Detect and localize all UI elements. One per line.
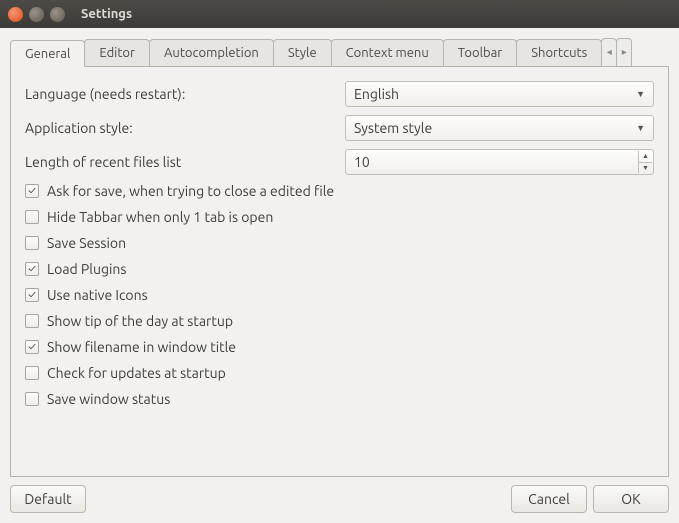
button-row: Default Cancel OK	[10, 485, 669, 513]
check-label: Show tip of the day at startup	[47, 313, 233, 329]
titlebar: Settings	[0, 0, 679, 28]
checkbox[interactable]: ✓	[25, 184, 39, 198]
check-row: ✓ Ask for save, when trying to close a ed…	[25, 183, 654, 199]
appstyle-value: System style	[354, 120, 432, 136]
tab-style[interactable]: Style	[273, 39, 332, 66]
check-row: ✓ Show filename in window title	[25, 339, 654, 355]
chevron-down-icon: ▼	[636, 89, 645, 99]
tab-context-menu[interactable]: Context menu	[331, 39, 444, 66]
close-icon[interactable]	[8, 7, 23, 22]
chevron-down-icon: ▼	[636, 123, 645, 133]
minimize-icon[interactable]	[29, 7, 44, 22]
cancel-button[interactable]: Cancel	[511, 485, 587, 513]
recent-label: Length of recent files list	[25, 154, 335, 170]
checkbox[interactable]	[25, 236, 39, 250]
appstyle-combo[interactable]: System style ▼	[345, 115, 654, 141]
tab-autocompletion[interactable]: Autocompletion	[149, 39, 274, 66]
tab-toolbar[interactable]: Toolbar	[443, 39, 517, 66]
check-row: Check for updates at startup	[25, 365, 654, 381]
language-value: English	[354, 86, 399, 102]
check-label: Hide Tabbar when only 1 tab is open	[47, 209, 273, 225]
check-row: Save Session	[25, 235, 654, 251]
recent-value: 10	[354, 154, 370, 170]
tab-editor[interactable]: Editor	[84, 39, 150, 66]
spin-up-icon[interactable]: ▲	[639, 151, 652, 163]
ok-button[interactable]: OK	[593, 485, 669, 513]
tab-shortcuts[interactable]: Shortcuts	[516, 39, 602, 66]
default-button[interactable]: Default	[10, 485, 86, 513]
check-label: Load Plugins	[47, 261, 126, 277]
check-row: Save window status	[25, 391, 654, 407]
tab-panel-general: Language (needs restart): English ▼ Appl…	[10, 67, 669, 477]
checkbox[interactable]: ✓	[25, 340, 39, 354]
checkbox[interactable]	[25, 392, 39, 406]
spin-down-icon[interactable]: ▼	[639, 163, 652, 174]
language-combo[interactable]: English ▼	[345, 81, 654, 107]
check-label: Use native Icons	[47, 287, 148, 303]
language-label: Language (needs restart):	[25, 86, 335, 102]
check-label: Save Session	[47, 235, 126, 251]
tab-bar: General Editor Autocompletion Style Cont…	[10, 38, 669, 67]
tab-scroll-right[interactable]: ▸	[616, 38, 632, 66]
checkbox[interactable]	[25, 210, 39, 224]
window-title: Settings	[81, 7, 132, 21]
tab-scroll-left[interactable]: ◂	[601, 38, 617, 66]
check-label: Show filename in window title	[47, 339, 236, 355]
check-row: ✓ Use native Icons	[25, 287, 654, 303]
maximize-icon[interactable]	[50, 7, 65, 22]
check-label: Save window status	[47, 391, 170, 407]
checkbox[interactable]	[25, 314, 39, 328]
checkbox[interactable]: ✓	[25, 262, 39, 276]
check-label: Check for updates at startup	[47, 365, 226, 381]
tab-general[interactable]: General	[10, 40, 85, 67]
recent-spinner[interactable]: 10 ▲ ▼	[345, 149, 654, 175]
appstyle-label: Application style:	[25, 120, 335, 136]
checkbox[interactable]	[25, 366, 39, 380]
check-row: Hide Tabbar when only 1 tab is open	[25, 209, 654, 225]
checkbox[interactable]: ✓	[25, 288, 39, 302]
check-row: ✓ Load Plugins	[25, 261, 654, 277]
check-row: Show tip of the day at startup	[25, 313, 654, 329]
check-label: Ask for save, when trying to close a edi…	[47, 183, 334, 199]
